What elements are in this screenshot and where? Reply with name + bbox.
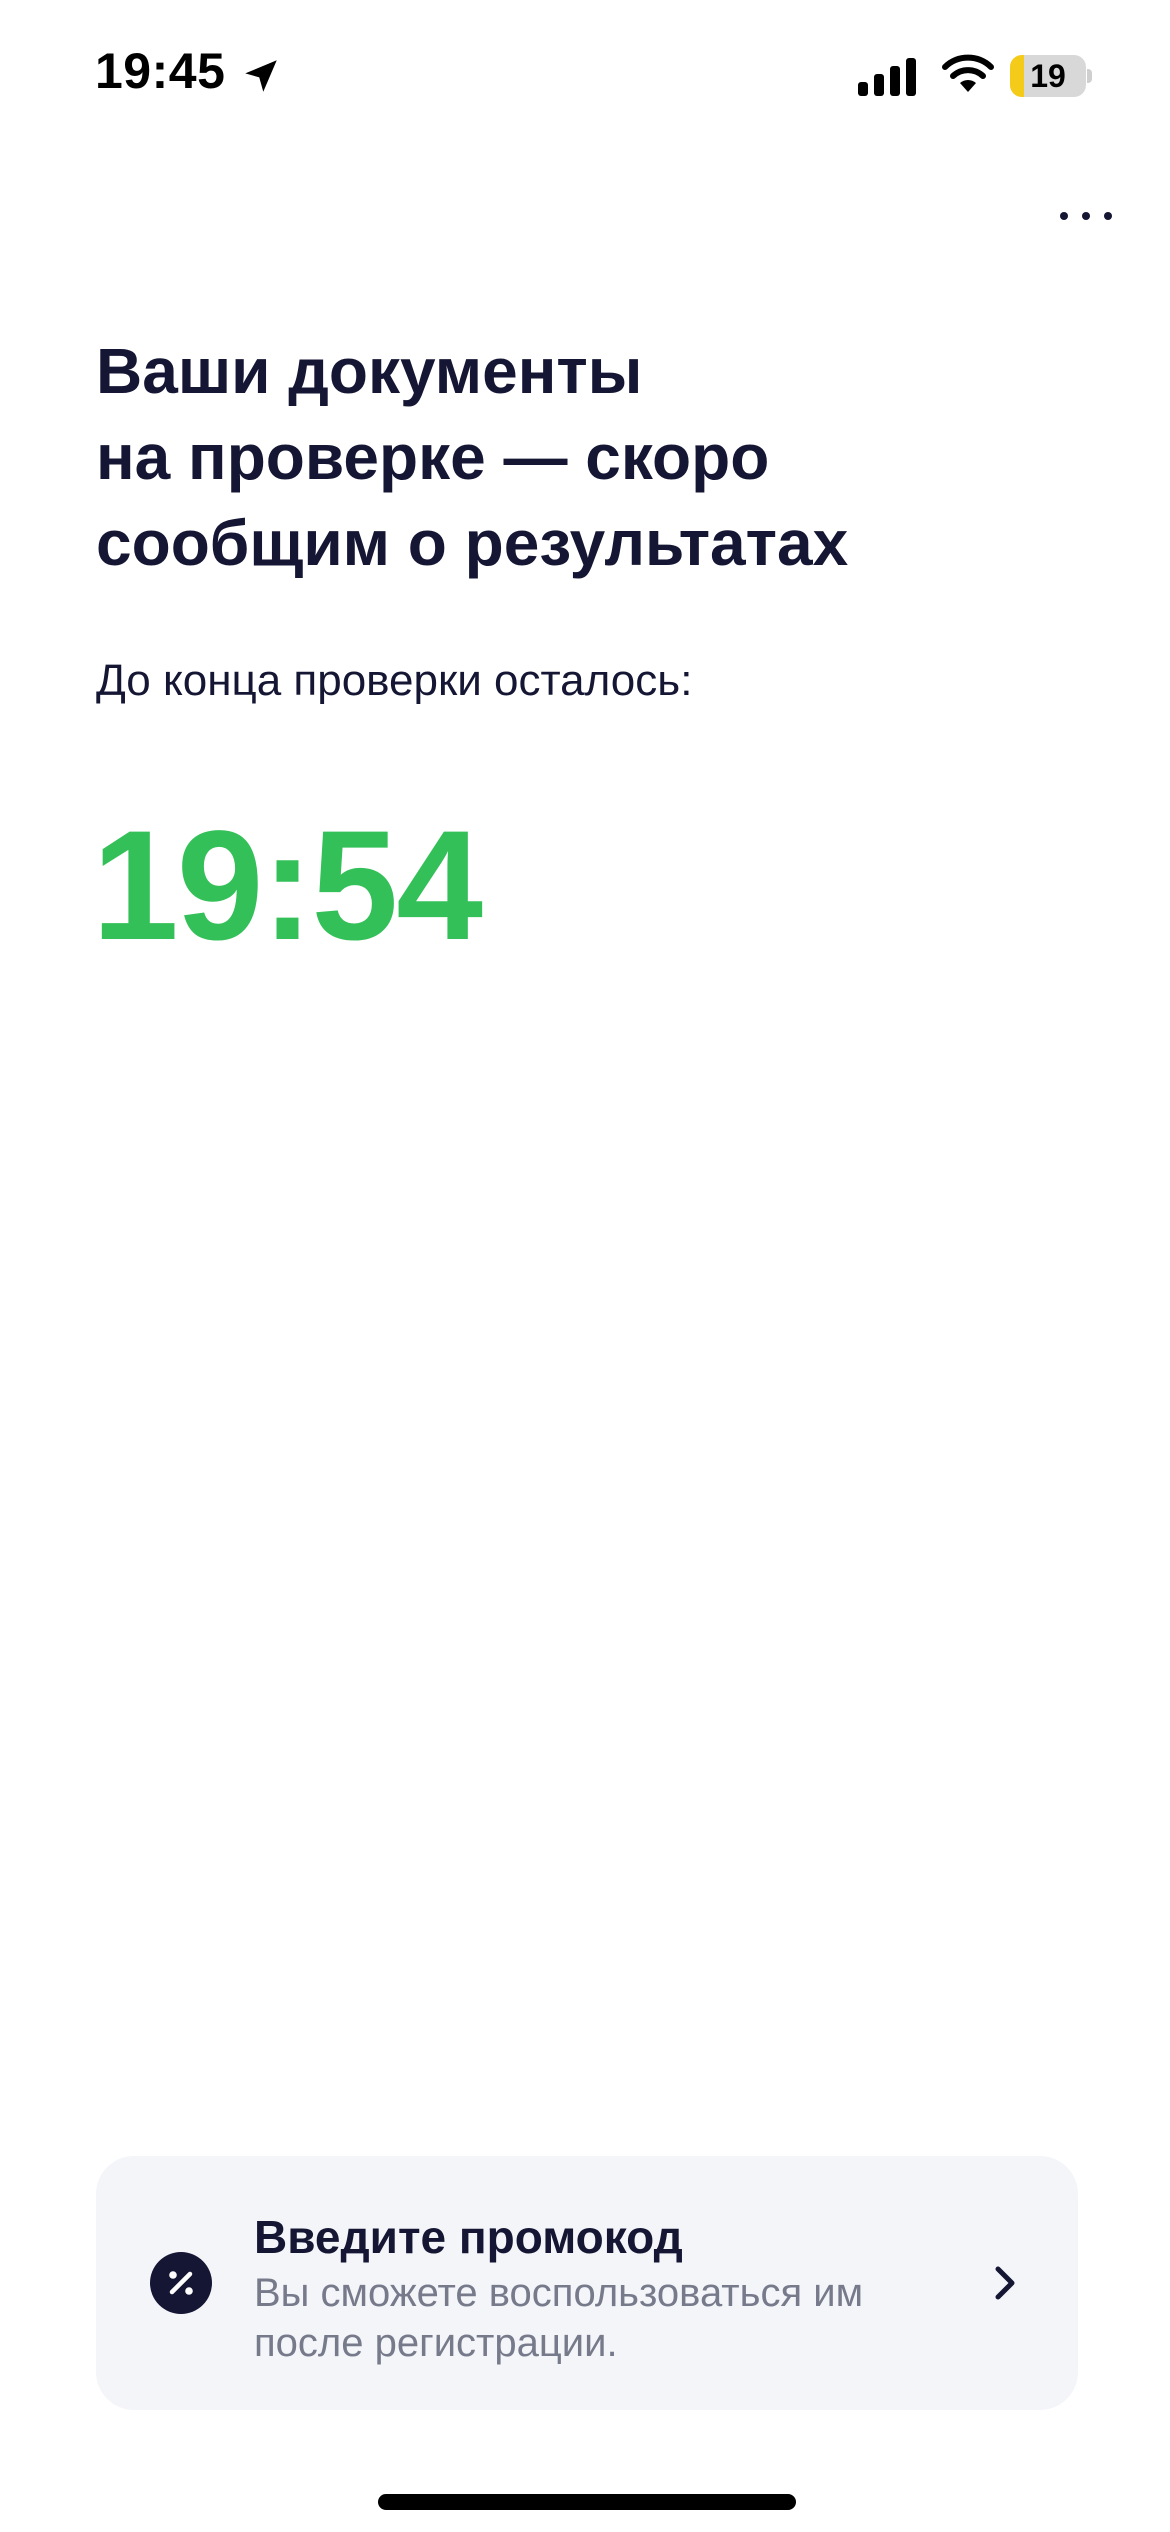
countdown-timer: 19:54	[92, 799, 483, 973]
location-arrow-icon	[245, 60, 277, 92]
screen: 19:45 19 Ваши документы на проверке — ск…	[0, 0, 1170, 2532]
battery-icon: 19	[1010, 55, 1092, 97]
promo-description: Вы сможете воспользоваться им после реги…	[254, 2271, 864, 2365]
percent-badge-icon	[150, 2252, 212, 2314]
countdown-label: До конца проверки осталось:	[96, 656, 693, 705]
cellular-signal-icon	[858, 58, 916, 96]
status-time: 19:45	[95, 43, 226, 99]
page-title: Ваши документы на проверке — скоро сообщ…	[96, 335, 849, 579]
status-bar: 19:45 19	[0, 0, 1170, 150]
wifi-icon	[942, 54, 994, 92]
battery-level: 19	[1030, 58, 1066, 94]
more-options-button[interactable]	[1050, 198, 1122, 234]
home-indicator[interactable]	[378, 2494, 796, 2510]
promo-title: Введите промокод	[254, 2211, 683, 2263]
promo-code-card[interactable]: Введите промокод Вы сможете воспользоват…	[96, 2156, 1078, 2410]
chevron-right-icon	[995, 2266, 1015, 2300]
more-horizontal-icon	[1060, 212, 1068, 220]
